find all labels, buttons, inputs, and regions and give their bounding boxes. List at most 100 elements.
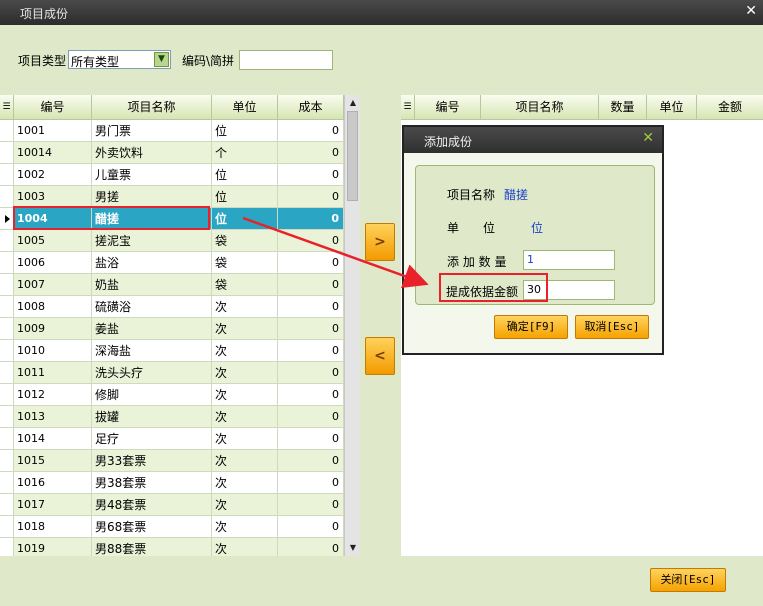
cell-unit: 位 <box>212 164 278 186</box>
cell-unit: 袋 <box>212 230 278 252</box>
item-list-header: ☰ 编号 项目名称 单位 成本 <box>0 95 344 120</box>
cell-unit: 次 <box>212 450 278 472</box>
confirm-button[interactable]: 确定[F9] <box>494 315 568 339</box>
row-indicator <box>0 340 14 362</box>
table-row[interactable]: 1009 姜盐次 0 <box>0 318 344 340</box>
cell-cost: 0 <box>278 186 344 208</box>
cell-code: 1018 <box>14 516 92 538</box>
table-row[interactable]: 1016 男38套票次 0 <box>0 472 344 494</box>
component-header: ☰ 编号 项目名称 数量 单位 金额 <box>401 95 763 120</box>
cell-cost: 0 <box>278 296 344 318</box>
cell-name: 奶盐 <box>92 274 212 296</box>
cell-code: 1009 <box>14 318 92 340</box>
item-name-value: 醋搓 <box>504 188 529 202</box>
selected-row-highlight <box>13 206 210 230</box>
header-amount[interactable]: 金额 <box>697 95 763 119</box>
row-indicator <box>0 362 14 384</box>
table-row[interactable]: 1007 奶盐袋 0 <box>0 274 344 296</box>
cell-unit: 袋 <box>212 274 278 296</box>
grid-menu-icon[interactable]: ☰ <box>0 95 14 119</box>
cell-code: 10014 <box>14 142 92 164</box>
table-row[interactable]: 1015 男33套票次 0 <box>0 450 344 472</box>
table-row[interactable]: 1006 盐浴袋 0 <box>0 252 344 274</box>
cell-cost: 0 <box>278 120 344 142</box>
cell-cost: 0 <box>278 494 344 516</box>
item-name-label: 项目名称 <box>447 188 496 202</box>
up-arrow-icon[interactable]: ▲ <box>346 96 360 110</box>
cell-code: 1001 <box>14 120 92 142</box>
table-row[interactable]: 1017 男48套票次 0 <box>0 494 344 516</box>
cell-name: 足疗 <box>92 428 212 450</box>
header-cost[interactable]: 成本 <box>278 95 344 119</box>
table-row[interactable]: 1013 拔罐次 0 <box>0 406 344 428</box>
item-list-scrollbar[interactable]: ▲ ▼ <box>344 95 360 556</box>
unit-value: 位 <box>531 221 544 235</box>
cell-unit: 次 <box>212 428 278 450</box>
header-unit[interactable]: 单位 <box>212 95 278 119</box>
cell-name: 男88套票 <box>92 538 212 556</box>
type-select[interactable]: 所有类型 ▼ <box>68 50 171 69</box>
window-titlebar: 项目成份 ✕ <box>0 0 763 25</box>
cell-unit: 次 <box>212 362 278 384</box>
commission-field-highlight <box>439 273 548 302</box>
chevron-down-icon[interactable]: ▼ <box>154 52 169 67</box>
cell-code: 1014 <box>14 428 92 450</box>
table-row[interactable]: 1003 男搓位 0 <box>0 186 344 208</box>
cell-name: 洗头头疗 <box>92 362 212 384</box>
window-title: 项目成份 <box>20 7 69 21</box>
cell-cost: 0 <box>278 252 344 274</box>
header-name[interactable]: 项目名称 <box>92 95 212 119</box>
header-code[interactable]: 编号 <box>415 95 481 119</box>
cell-name: 男33套票 <box>92 450 212 472</box>
cell-cost: 0 <box>278 428 344 450</box>
current-row-arrow-icon <box>5 215 10 223</box>
table-row[interactable]: 1008 硫磺浴次 0 <box>0 296 344 318</box>
dialog-close-icon[interactable]: ✕ <box>642 130 654 146</box>
table-row[interactable]: 10014 外卖饮料个 0 <box>0 142 344 164</box>
cancel-button[interactable]: 取消[Esc] <box>575 315 649 339</box>
cell-cost: 0 <box>278 450 344 472</box>
scrollbar-thumb[interactable] <box>347 111 358 201</box>
cell-unit: 位 <box>212 120 278 142</box>
header-code[interactable]: 编号 <box>14 95 92 119</box>
cell-code: 1010 <box>14 340 92 362</box>
row-indicator <box>0 318 14 340</box>
grid-menu-icon[interactable]: ☰ <box>401 95 415 119</box>
row-indicator <box>0 472 14 494</box>
cell-code: 1006 <box>14 252 92 274</box>
header-name[interactable]: 项目名称 <box>481 95 599 119</box>
table-row[interactable]: 1019 男88套票次 0 <box>0 538 344 556</box>
cell-code: 1002 <box>14 164 92 186</box>
cell-code: 1016 <box>14 472 92 494</box>
cell-unit: 袋 <box>212 252 278 274</box>
table-row[interactable]: 1002 儿童票位 0 <box>0 164 344 186</box>
cell-name: 外卖饮料 <box>92 142 212 164</box>
close-window-button[interactable]: 关闭[Esc] <box>650 568 726 592</box>
table-row[interactable]: 1011 洗头头疗次 0 <box>0 362 344 384</box>
cell-code: 1011 <box>14 362 92 384</box>
cell-unit: 位 <box>212 186 278 208</box>
row-indicator <box>0 252 14 274</box>
down-arrow-icon[interactable]: ▼ <box>346 541 360 555</box>
table-row[interactable]: 1005 搓泥宝袋 0 <box>0 230 344 252</box>
cell-unit: 位 <box>212 208 278 230</box>
quantity-input[interactable]: 1 <box>523 250 615 270</box>
window-close-icon[interactable]: ✕ <box>745 3 757 19</box>
cell-unit: 次 <box>212 296 278 318</box>
remove-item-button[interactable]: < <box>365 337 395 375</box>
row-indicator <box>0 230 14 252</box>
table-row[interactable]: 1001 男门票位 0 <box>0 120 344 142</box>
table-row[interactable]: 1012 修脚次 0 <box>0 384 344 406</box>
cell-cost: 0 <box>278 472 344 494</box>
table-row[interactable]: 1010 深海盐次 0 <box>0 340 344 362</box>
header-unit[interactable]: 单位 <box>647 95 697 119</box>
header-quantity[interactable]: 数量 <box>599 95 647 119</box>
dialog-titlebar: 添加成份 ✕ <box>404 127 662 153</box>
table-row[interactable]: 1014 足疗次 0 <box>0 428 344 450</box>
unit-label: 单 位 <box>447 221 496 235</box>
row-indicator <box>0 538 14 556</box>
table-row[interactable]: 1018 男68套票次 0 <box>0 516 344 538</box>
code-search-input[interactable] <box>239 50 333 70</box>
add-item-button[interactable]: > <box>365 223 395 261</box>
cell-cost: 0 <box>278 362 344 384</box>
